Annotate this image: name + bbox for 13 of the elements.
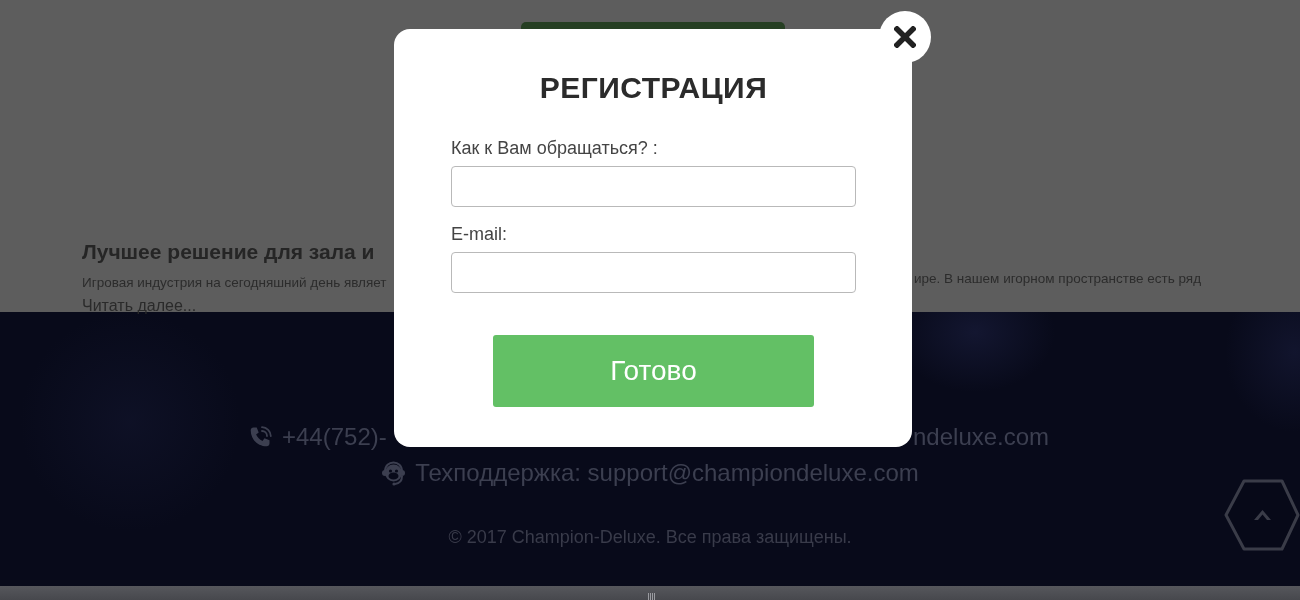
submit-button[interactable]: Готово [493,335,814,407]
field-label: E-mail: [451,223,507,246]
dialog-title: РЕГИСТРАЦИЯ [539,70,768,106]
close-icon [894,26,916,48]
partly-covered-button[interactable] [521,22,785,29]
input-field[interactable] [451,166,856,207]
caret-up-icon [1254,510,1271,520]
headset-icon [381,460,407,486]
scroll-to-top-button[interactable] [1224,479,1300,551]
article-title: Лучшее решение для зала и [82,240,375,264]
field-label: Как к Вам обращаться? : [451,137,658,160]
input-field[interactable] [451,252,856,293]
grip-icon [648,593,656,600]
